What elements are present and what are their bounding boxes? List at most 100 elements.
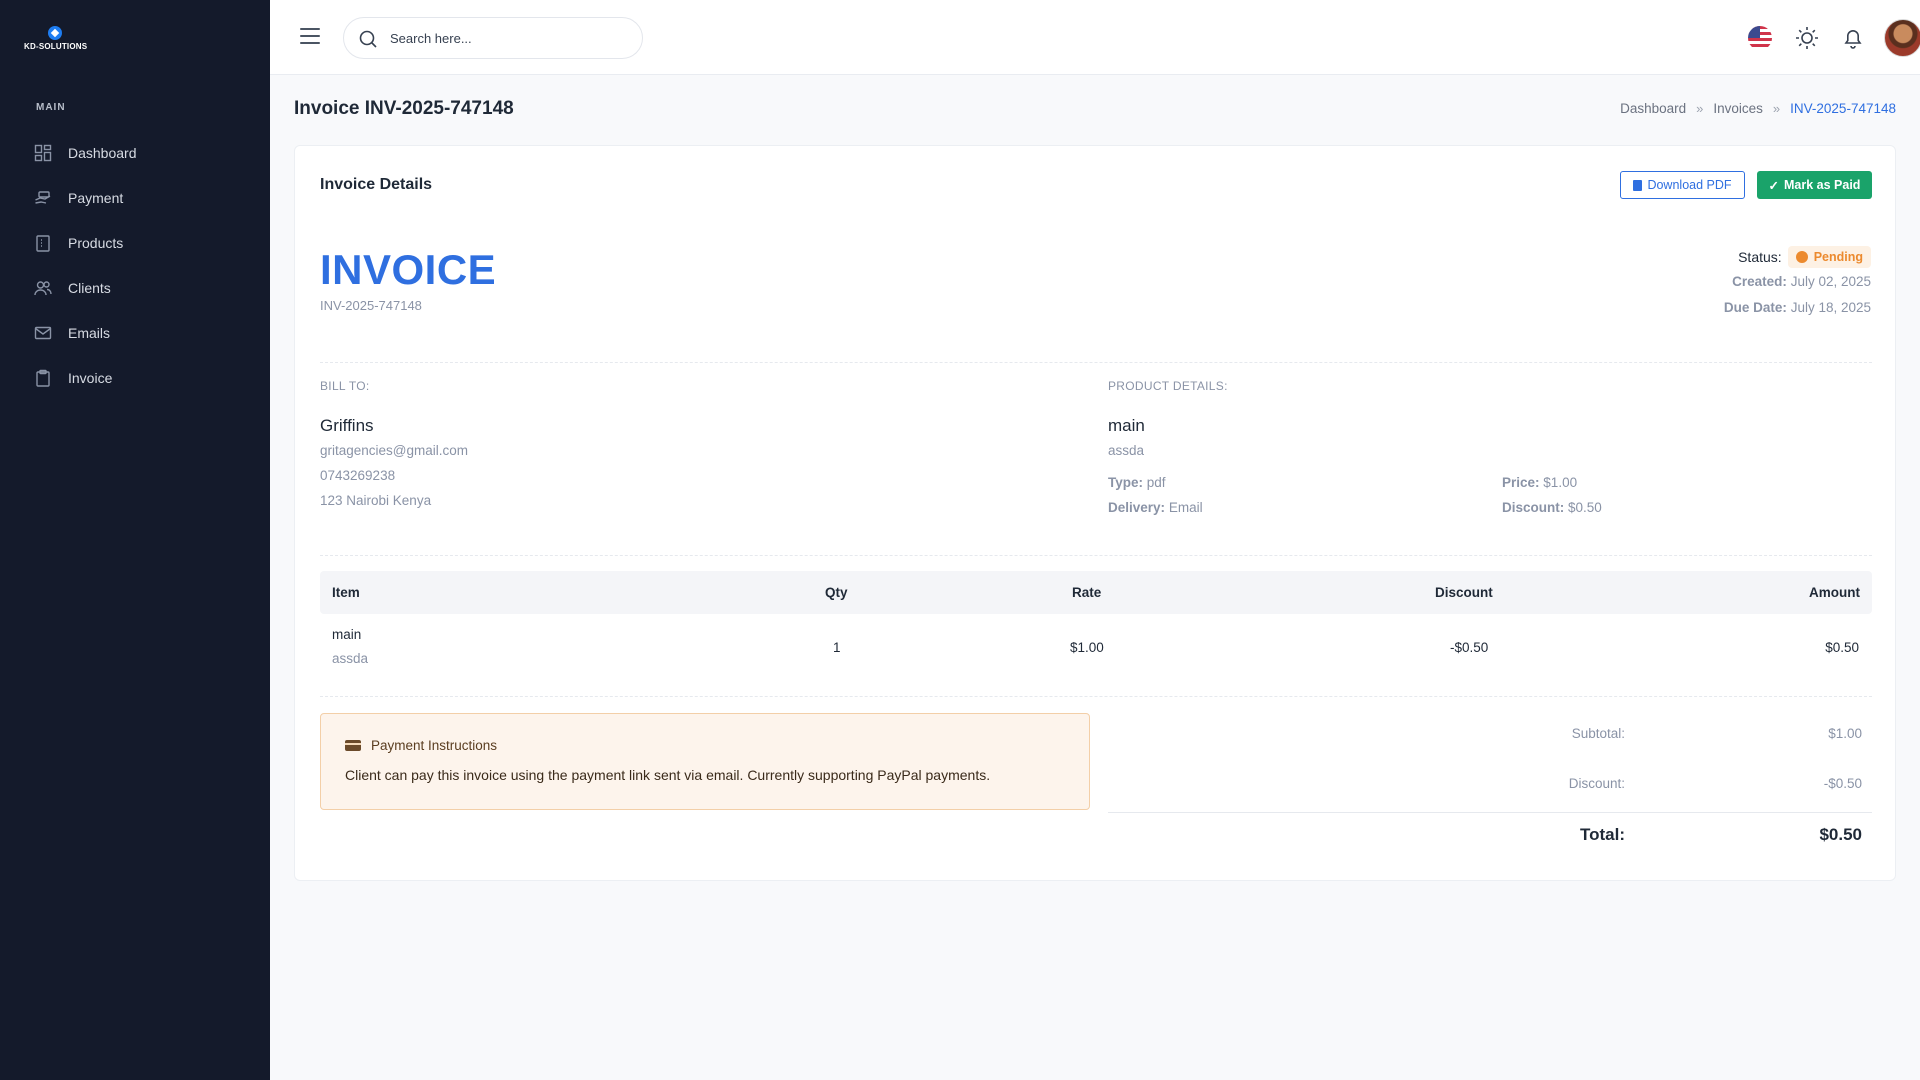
- price-value: $1.00: [1543, 475, 1578, 490]
- totals-discount-value: -$0.50: [1823, 776, 1862, 791]
- sidebar-section-title: MAIN: [36, 102, 66, 113]
- divider: [320, 362, 1872, 363]
- row-rate: $1.00: [1070, 640, 1104, 655]
- search-box[interactable]: [343, 17, 643, 59]
- th-rate: Rate: [1072, 585, 1102, 600]
- us-flag-icon[interactable]: [1748, 26, 1772, 50]
- client-address: 123 Nairobi Kenya: [320, 493, 432, 508]
- sidebar-item-label: Payment: [68, 189, 124, 206]
- discount-value: $0.50: [1568, 500, 1602, 515]
- download-pdf-button[interactable]: Download PDF: [1620, 171, 1745, 199]
- card-title: Invoice Details: [320, 176, 433, 193]
- due-date: Due Date: July 18, 2025: [1724, 300, 1871, 315]
- type-value: pdf: [1146, 475, 1166, 490]
- breadcrumb-current: INV-2025-747148: [1790, 101, 1896, 116]
- file-pdf-icon: [1633, 179, 1643, 191]
- totals-discount-label: Discount:: [1568, 776, 1625, 791]
- sidebar-item-clients[interactable]: Clients: [0, 265, 270, 310]
- row-item-desc: assda: [332, 651, 369, 666]
- total-label: Total:: [1579, 825, 1625, 844]
- product-desc: assda: [1108, 443, 1145, 458]
- subtotal-label: Subtotal:: [1571, 726, 1625, 741]
- product-price: Price: $1.00: [1502, 475, 1577, 490]
- client-email: gritagencies@gmail.com: [320, 443, 469, 458]
- sidebar-item-label: Emails: [68, 324, 111, 341]
- product-discount: Discount: $0.50: [1502, 500, 1602, 515]
- clipboard-icon: [34, 234, 52, 252]
- download-pdf-label: Download PDF: [1647, 178, 1732, 192]
- delivery-value: Email: [1168, 500, 1203, 515]
- sidebar-item-emails[interactable]: Emails: [0, 310, 270, 355]
- status-badge-text: Pending: [1813, 250, 1863, 264]
- th-amount: Amount: [1809, 585, 1860, 600]
- sidebar-item-label: Products: [68, 234, 124, 251]
- grid-icon: [34, 144, 52, 162]
- product-details-label: PRODUCT DETAILS:: [1108, 379, 1228, 393]
- sidebar-item-dashboard[interactable]: Dashboard: [0, 130, 270, 175]
- status-badge: Pending: [1787, 246, 1871, 268]
- client-name: Griffins: [320, 416, 374, 435]
- sidebar-item-label: Dashboard: [68, 144, 137, 161]
- sidebar-item-payment[interactable]: Payment: [0, 175, 270, 220]
- bell-icon[interactable]: [1840, 25, 1866, 51]
- invoice-card: Invoice Details Download PDF ✓ Mark as P…: [294, 145, 1896, 881]
- avatar[interactable]: [1884, 19, 1920, 57]
- created-value: July 02, 2025: [1790, 274, 1871, 289]
- totals-divider: [1108, 812, 1872, 813]
- document-icon: [34, 369, 52, 387]
- check-icon: ✓: [1768, 178, 1780, 193]
- row-qty: 1: [833, 640, 841, 655]
- mark-as-paid-label: Mark as Paid: [1784, 178, 1861, 192]
- sidebar-item-label: Invoice: [68, 369, 113, 386]
- top-header: [270, 0, 1920, 75]
- search-input[interactable]: [390, 28, 630, 48]
- row-discount: -$0.50: [1450, 640, 1489, 655]
- th-discount: Discount: [1435, 585, 1493, 600]
- table-header: Item Qty Rate Discount Amount: [320, 571, 1872, 614]
- chevron-right-icon: »: [1696, 101, 1704, 116]
- sidebar-nav: Dashboard Payment Products Clients Email…: [0, 130, 270, 400]
- divider: [320, 555, 1872, 556]
- payment-instructions-text: Client can pay this invoice using the pa…: [345, 767, 991, 783]
- brand-name: KD-SOLUTIONS: [24, 42, 88, 51]
- product-type: Type: pdf: [1108, 475, 1166, 490]
- search-icon: [358, 29, 378, 49]
- menu-icon[interactable]: [300, 28, 320, 46]
- invoice-number: INV-2025-747148: [320, 298, 422, 313]
- sun-icon[interactable]: [1794, 25, 1820, 51]
- logo-mark-icon: [48, 26, 62, 40]
- page-title: Invoice INV-2025-747148: [294, 98, 514, 119]
- created-date: Created: July 02, 2025: [1732, 274, 1871, 289]
- created-label: Created:: [1732, 274, 1787, 289]
- th-item: Item: [332, 585, 360, 600]
- invoice-heading: INVOICE: [320, 246, 497, 293]
- breadcrumb-dashboard[interactable]: Dashboard: [1620, 101, 1686, 116]
- status-row: Status: Pending: [1738, 246, 1871, 268]
- row-amount: $0.50: [1825, 640, 1859, 655]
- product-name: main: [1108, 416, 1145, 435]
- due-label: Due Date:: [1723, 300, 1787, 315]
- client-phone: 0743269238: [320, 468, 396, 483]
- sidebar: KD-SOLUTIONS MAIN Dashboard Payment Prod…: [0, 0, 270, 1080]
- breadcrumb-invoices[interactable]: Invoices: [1713, 101, 1763, 116]
- mail-icon: [34, 324, 52, 342]
- chevron-right-icon: »: [1772, 101, 1781, 116]
- sidebar-item-products[interactable]: Products: [0, 220, 270, 265]
- brand-logo[interactable]: KD-SOLUTIONS: [24, 26, 94, 54]
- sidebar-item-invoice[interactable]: Invoice: [0, 355, 270, 400]
- payment-instructions-title: Payment Instructions: [371, 738, 498, 753]
- credit-card-icon: [345, 740, 361, 751]
- divider: [320, 696, 1872, 697]
- row-item: main: [332, 627, 362, 642]
- th-qty: Qty: [825, 585, 848, 600]
- breadcrumb: Dashboard » Invoices » INV-2025-747148: [1620, 101, 1896, 116]
- bill-to-label: BILL TO:: [320, 379, 370, 393]
- mark-as-paid-button[interactable]: ✓ Mark as Paid: [1757, 171, 1872, 199]
- total-value: $0.50: [1819, 825, 1862, 844]
- discount-label: Discount:: [1502, 500, 1565, 515]
- due-value: July 18, 2025: [1790, 300, 1871, 315]
- product-delivery: Delivery: Email: [1108, 500, 1203, 515]
- price-label: Price:: [1502, 475, 1540, 490]
- hand-cash-icon: [34, 189, 52, 207]
- delivery-label: Delivery:: [1108, 500, 1166, 515]
